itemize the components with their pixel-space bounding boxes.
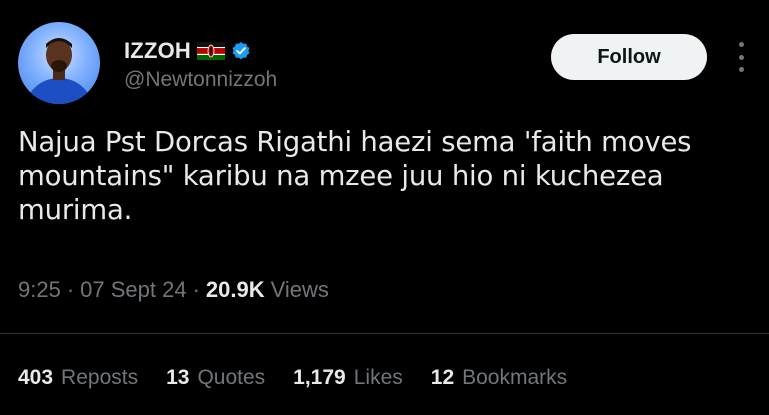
stat-count: 12 [430,366,455,389]
tweet-meta: 9:25 · 07 Sept 24 · 20.9K Views [18,277,329,303]
likes-stat[interactable]: 1,179 Likes [293,366,403,390]
bookmarks-stat[interactable]: 12 Bookmarks [431,366,567,390]
reposts-stat[interactable]: 403 Reposts [18,366,138,390]
author-name[interactable]: IZZOH [124,38,191,64]
verified-badge-icon [231,41,251,61]
engagement-stats: 403 Reposts 13 Quotes 1,179 Likes 12 Boo… [18,366,567,390]
stat-count: 403 [18,366,54,389]
stat-count: 13 [166,366,190,389]
separator: · [66,277,75,302]
stat-label: Bookmarks [462,366,568,389]
kenya-flag-icon [197,42,225,60]
tweet-date[interactable]: 07 Sept 24 [80,277,186,303]
more-vertical-icon[interactable] [734,42,748,72]
quotes-stat[interactable]: 13 Quotes [166,366,265,390]
stat-label: Reposts [61,366,139,389]
stat-label: Likes [353,366,403,389]
views-label: Views [270,277,329,302]
stat-count: 1,179 [293,366,346,389]
views-count: 20.9K [205,277,265,302]
author-handle[interactable]: @Newtonnizzoh [124,68,277,92]
tweet-time[interactable]: 9:25 [18,277,61,303]
stat-label: Quotes [197,366,266,389]
avatar[interactable] [18,22,100,104]
author-row: IZZOH [124,38,251,64]
tweet-text: Najua Pst Dorcas Rigathi haezi sema 'fai… [18,126,692,226]
divider [0,333,769,334]
avatar-image [25,38,93,104]
separator: · [192,277,200,302]
follow-button[interactable]: Follow [551,34,707,80]
